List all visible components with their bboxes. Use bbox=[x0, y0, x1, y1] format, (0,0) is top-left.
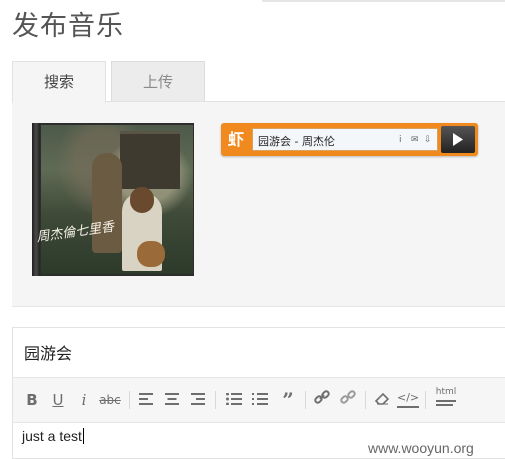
text-caret bbox=[82, 428, 84, 444]
mail-icon[interactable]: ✉ bbox=[411, 135, 419, 145]
title-input[interactable] bbox=[24, 339, 494, 365]
toolbar-divider bbox=[215, 391, 216, 409]
top-divider bbox=[262, 0, 505, 2]
strikethrough-icon[interactable]: abc bbox=[99, 389, 121, 411]
album-cover[interactable]: 周杰倫七里香 bbox=[32, 123, 194, 276]
bullet-list-icon[interactable] bbox=[223, 389, 245, 411]
download-icon[interactable]: ⇩ bbox=[424, 135, 432, 145]
editor-toolbar: B U i abc ” </> html bbox=[13, 377, 505, 423]
align-right-icon[interactable] bbox=[187, 389, 209, 411]
info-icon[interactable]: ⅰ bbox=[399, 135, 402, 145]
eraser-icon[interactable] bbox=[371, 389, 393, 411]
tab-upload[interactable]: 上传 bbox=[111, 61, 205, 102]
html-icon[interactable]: html bbox=[433, 387, 459, 409]
editor-content[interactable]: just a test bbox=[22, 428, 84, 444]
toolbar-divider bbox=[425, 391, 426, 409]
play-icon bbox=[453, 133, 463, 146]
underline-icon[interactable]: U bbox=[47, 389, 69, 411]
blockquote-icon[interactable]: ” bbox=[277, 389, 299, 411]
bold-icon[interactable]: B bbox=[21, 389, 43, 411]
music-player-widget[interactable]: 虾 园游会 - 周杰伦 ⅰ ✉ ⇩ bbox=[221, 123, 478, 156]
html-label: html bbox=[435, 387, 457, 397]
page-title: 发布音乐 bbox=[12, 11, 124, 42]
watermark: www.wooyun.org bbox=[368, 440, 474, 456]
album-art-teddy-bear bbox=[137, 241, 165, 267]
tab-search[interactable]: 搜索 bbox=[12, 61, 106, 103]
italic-icon[interactable]: i bbox=[73, 389, 95, 411]
code-icon[interactable]: </> bbox=[397, 391, 419, 413]
track-display: 园游会 - 周杰伦 ⅰ ✉ ⇩ bbox=[252, 128, 438, 151]
album-art-figure bbox=[92, 153, 122, 253]
xiami-logo: 虾 bbox=[227, 130, 244, 149]
album-art-hair bbox=[130, 187, 154, 213]
toolbar-divider bbox=[305, 391, 306, 409]
link-icon[interactable] bbox=[311, 389, 333, 411]
toolbar-divider bbox=[365, 391, 366, 409]
align-left-icon[interactable] bbox=[135, 389, 157, 411]
toolbar-divider bbox=[129, 391, 130, 409]
align-center-icon[interactable] bbox=[161, 389, 183, 411]
album-art-house bbox=[120, 131, 180, 189]
track-name: 园游会 - 周杰伦 bbox=[258, 135, 335, 148]
numbered-list-icon[interactable] bbox=[249, 389, 271, 411]
unlink-icon[interactable] bbox=[337, 389, 359, 411]
play-button[interactable] bbox=[441, 126, 475, 153]
cd-spine bbox=[32, 123, 40, 276]
editor-content-text: just a test bbox=[22, 428, 82, 444]
